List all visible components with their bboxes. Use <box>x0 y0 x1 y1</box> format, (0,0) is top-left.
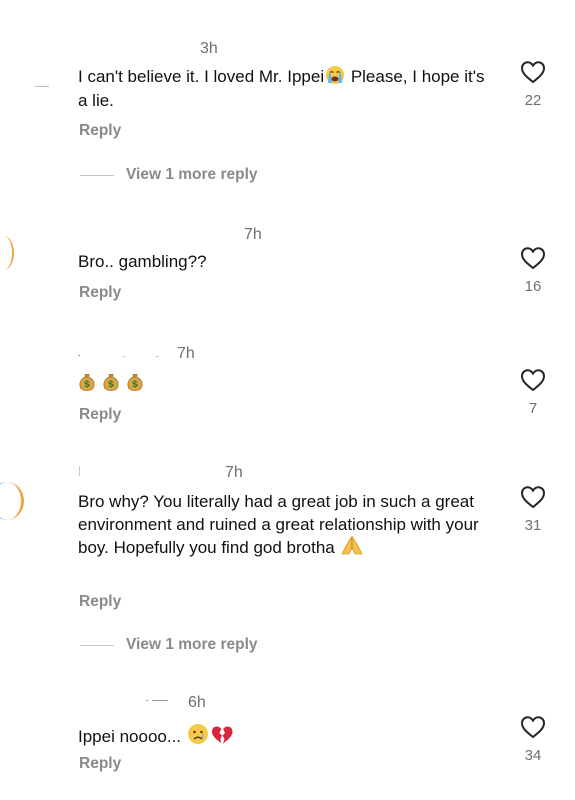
like-count: 22 <box>524 92 542 109</box>
comment-text: Bro.. gambling?? <box>78 252 207 271</box>
username-redacted <box>155 356 159 357</box>
view-more-replies-label: View 1 more reply <box>126 636 258 653</box>
money-bag-icon: $ <box>78 372 96 391</box>
comments-list: 3h I can't believe it. I loved Mr. Ippei… <box>0 0 575 800</box>
heart-icon[interactable] <box>520 368 546 392</box>
comment-emojis: $ $ $ <box>78 372 498 393</box>
reply-button[interactable]: Reply <box>79 122 121 140</box>
reply-button[interactable]: Reply <box>79 406 121 424</box>
reply-button[interactable]: Reply <box>79 284 121 302</box>
like-section: 22 <box>508 60 558 109</box>
crying-face-icon <box>187 723 209 750</box>
comment-time: 7h <box>225 464 243 481</box>
comment-time: 7h <box>177 345 195 362</box>
comment-text: Ippei noooo... <box>78 723 498 750</box>
comment-text: I can't believe it. I loved Mr. Ippei Pl… <box>78 65 485 110</box>
like-section: 16 <box>508 246 558 295</box>
username-redacted <box>35 86 49 87</box>
username-redacted <box>78 355 80 356</box>
comment-text: Bro why? You literally had a great job i… <box>78 490 503 562</box>
money-bag-icon: $ <box>102 372 120 391</box>
comment-time: 6h <box>188 694 206 711</box>
like-section: 7 <box>508 368 558 417</box>
like-count: 34 <box>524 747 542 764</box>
like-section: 31 <box>508 485 558 534</box>
avatar <box>0 482 24 520</box>
svg-text:$: $ <box>108 380 114 390</box>
heart-icon[interactable] <box>520 60 546 84</box>
view-more-replies-button[interactable]: View 1 more reply <box>80 166 258 184</box>
view-more-replies-button[interactable]: View 1 more reply <box>80 636 258 654</box>
like-section: 34 <box>508 715 558 764</box>
heart-icon[interactable] <box>520 715 546 739</box>
divider-line <box>80 644 114 646</box>
like-count: 7 <box>528 400 538 417</box>
broken-heart-icon <box>211 725 233 750</box>
view-more-replies-label: View 1 more reply <box>126 166 258 183</box>
comment-time: 7h <box>244 226 262 243</box>
heart-icon[interactable] <box>520 485 546 509</box>
crying-face-emoji-icon <box>325 65 345 90</box>
username-redacted <box>122 356 125 357</box>
folded-hands-icon <box>340 535 364 562</box>
avatar <box>0 236 14 270</box>
like-count: 31 <box>524 517 542 534</box>
svg-text:$: $ <box>132 380 138 390</box>
heart-icon[interactable] <box>520 246 546 270</box>
username-redacted <box>146 700 148 701</box>
reply-button[interactable]: Reply <box>79 593 121 611</box>
money-bag-icon: $ <box>126 372 144 391</box>
reply-button[interactable]: Reply <box>79 755 121 773</box>
svg-text:$: $ <box>84 380 90 390</box>
username-redacted <box>152 700 168 701</box>
like-count: 16 <box>524 278 542 295</box>
divider-line <box>80 174 114 176</box>
comment-time: 3h <box>200 40 218 57</box>
username-redacted <box>79 466 80 476</box>
